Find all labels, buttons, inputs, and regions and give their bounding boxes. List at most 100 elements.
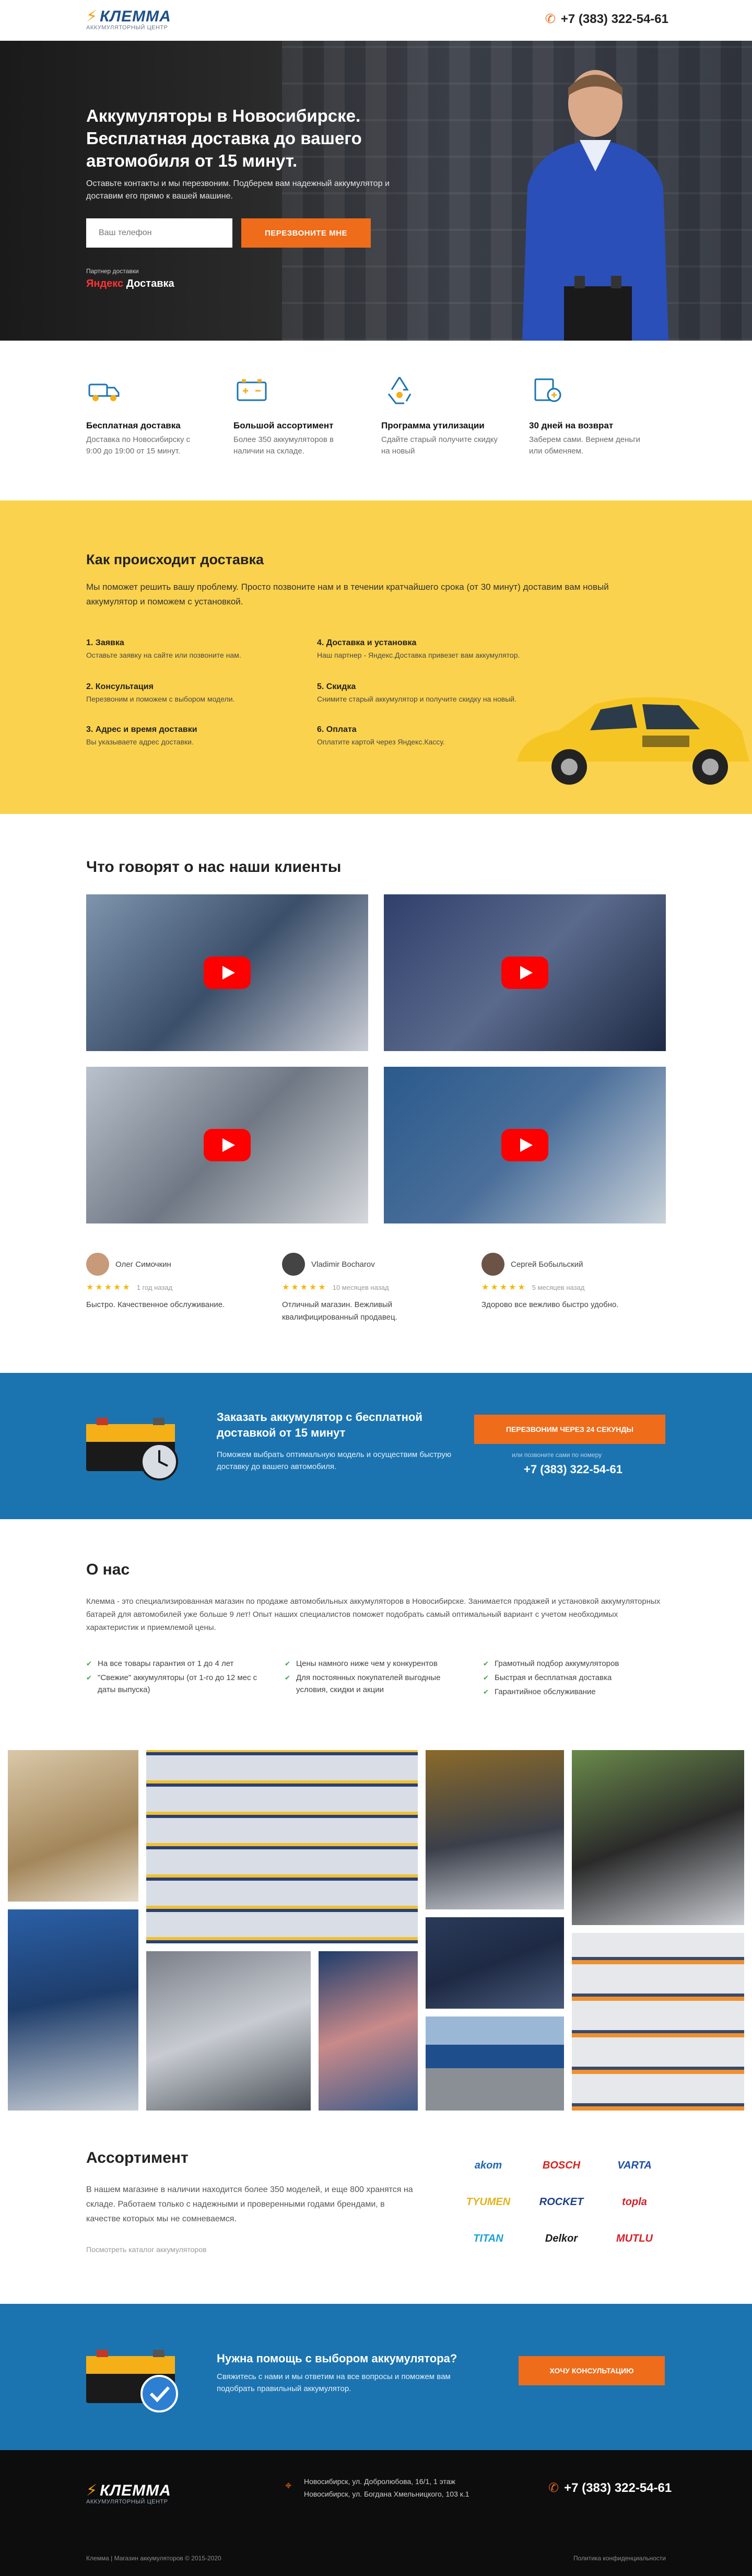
consultation-button[interactable]: Хочу консультацию	[519, 2356, 665, 2385]
assortment-title: Ассортимент	[86, 2149, 189, 2166]
gallery-photo[interactable]	[8, 1750, 138, 1902]
list-item: На все товары гарантия от 1 до 4 лет	[86, 1658, 274, 1670]
gallery-photo[interactable]	[146, 1951, 311, 2111]
play-icon[interactable]	[204, 957, 251, 989]
delivery-step: 3. Адрес и время доставки Вы указываете а…	[86, 725, 197, 746]
list-item: "Свежие" аккумуляторы (от 1-го до 12 мес…	[86, 1672, 274, 1696]
feature-title: 30 дней на возврат	[529, 421, 614, 430]
review-date: 1 год назад	[136, 1283, 173, 1291]
about-text: Клемма - это специализированная магазин …	[86, 1597, 661, 1632]
reviewer-name: Vladimir Bocharov	[311, 1260, 375, 1269]
gallery-photo[interactable]	[426, 1750, 564, 1909]
address-line: Новосибирск, ул. Добролюбова, 16/1, 1 эт…	[304, 2477, 455, 2486]
battery-icon	[237, 379, 267, 401]
cta-title: Заказать аккумулятор с бесплатной достав…	[217, 1411, 422, 1439]
reviews-section: Что говорят о нас наши клиенты Олег Симо…	[0, 814, 752, 1373]
hero-subtitle: Оставьте контакты и мы перезвоним. Подбе…	[86, 179, 390, 201]
gallery-photo[interactable]	[426, 2016, 564, 2111]
assortment-section: Ассортимент В нашем магазине в наличии н…	[0, 2116, 752, 2304]
brand-logo-titan: TITAN	[473, 2232, 503, 2244]
copyright: Клемма | Магазин аккумуляторов © 2015-20…	[86, 2555, 221, 2562]
about-section: О нас Клемма - это специализированная ма…	[0, 1519, 752, 1739]
bolt-icon: ⚡	[86, 8, 98, 25]
partner-label: Партнер доставки	[86, 267, 139, 275]
list-item: Быстрая и бесплатная доставка	[483, 1672, 671, 1684]
star-rating: ★★★★★ 10 месяцев назад	[282, 1283, 389, 1292]
gallery-photo[interactable]	[572, 1750, 744, 1925]
hero-worker-image	[522, 70, 668, 341]
callback-button[interactable]: Перезвоните мне	[241, 218, 371, 248]
cta-phone[interactable]: +7 (383) 322-54-61	[524, 1463, 622, 1476]
avatar	[86, 1253, 109, 1276]
logo-subtitle: АККУМУЛЯТОРНЫЙ ЦЕНТР	[86, 25, 168, 31]
star-rating: ★★★★★ 1 год назад	[86, 1283, 173, 1292]
footer-logo[interactable]: ⚡ КЛЕММА АККУМУЛЯТОРНЫЙ ЦЕНТР	[86, 2481, 171, 2505]
gallery-photo[interactable]	[146, 1750, 418, 1943]
benefits-list: Цены намного ниже чем у конкурентов Для …	[285, 1658, 473, 1698]
brand-logo-delkor: Delkor	[545, 2232, 578, 2244]
delivery-intro: Мы поможет решить вашу проблему. Просто …	[86, 582, 609, 607]
logo-text: КЛЕММА	[100, 2482, 171, 2499]
feature-return: 30 дней на возврат Заберем сами. Вернем …	[529, 372, 649, 457]
header-phone-link[interactable]: ✆ +7 (383) 322-54-61	[545, 11, 668, 27]
footer-phone[interactable]: ✆ +7 (383) 322-54-61	[548, 2480, 672, 2496]
gallery-photo[interactable]	[572, 1933, 744, 2111]
battery-image	[86, 1418, 178, 1481]
feature-free-delivery: Бесплатная доставка Доставка по Новосиби…	[86, 372, 206, 457]
phone-input[interactable]	[86, 218, 232, 248]
features-section: Бесплатная доставка Доставка по Новосиби…	[0, 341, 752, 500]
callback-24s-button[interactable]: Перезвоним через 24 секунды	[474, 1415, 665, 1444]
list-item: Для постоянных покупателей выгодные усло…	[285, 1672, 473, 1696]
about-title: О нас	[86, 1561, 130, 1578]
privacy-policy-link[interactable]: Политика конфиденциальности	[573, 2555, 666, 2562]
gallery-photo[interactable]	[426, 1917, 564, 2009]
or-call-label: или позвоните сами по номеру	[512, 1451, 602, 1459]
phone-icon: ✆	[548, 2481, 559, 2495]
play-icon[interactable]	[501, 1129, 548, 1161]
delivery-truck-icon	[88, 383, 120, 401]
list-item: Гарантийное обслуживание	[483, 1686, 671, 1698]
brand-logo-topla: topla	[622, 2196, 647, 2208]
feature-title: Бесплатная доставка	[86, 421, 181, 430]
delivery-step: 1. Заявка Оставьте заявку на сайте или по…	[86, 638, 241, 659]
brand-logo-varta: VARTA	[617, 2159, 652, 2171]
video-review[interactable]	[384, 1067, 666, 1223]
delivery-step: 2. Консультация Перезвоним и поможем с вы…	[86, 682, 235, 703]
brand-logo-akom: akom	[474, 2159, 502, 2171]
recycle-icon	[387, 377, 412, 404]
cta-title: Нужна помощь с выбором аккумулятора?	[217, 2352, 457, 2365]
feature-text: Сдайте старый получите скидку на новый	[381, 435, 498, 456]
logo-text: КЛЕММА	[100, 8, 171, 25]
return-box-icon	[534, 378, 561, 402]
hero-title: Аккумуляторы в Новосибирске. Бесплатная …	[86, 106, 362, 170]
review-date: 5 месяцев назад	[532, 1283, 585, 1291]
review-text: Отличный магазин. Вежливый квалифицирова…	[282, 1300, 397, 1322]
feature-title: Программа утилизации	[381, 421, 485, 430]
hero-section: Аккумуляторы в Новосибирске. Бесплатная …	[0, 41, 752, 341]
play-icon[interactable]	[501, 957, 548, 989]
phone-icon: ✆	[545, 12, 556, 26]
star-rating: ★★★★★ 5 месяцев назад	[481, 1283, 585, 1292]
avatar	[282, 1253, 305, 1276]
delivery-section: Как происходит доставка Мы поможет решит…	[0, 500, 752, 814]
video-review[interactable]	[86, 894, 368, 1051]
gallery-photo[interactable]	[8, 1909, 138, 2111]
play-icon[interactable]	[204, 1129, 251, 1161]
feature-recycling: Программа утилизации Сдайте старый получ…	[381, 372, 501, 457]
catalog-link[interactable]: Посмотреть каталог аккумуляторов	[86, 2245, 206, 2254]
gallery-photo[interactable]	[319, 1951, 418, 2111]
footer-addresses: ⌖ Новосибирск, ул. Добролюбова, 16/1, 1 …	[285, 2475, 469, 2500]
order-cta-section: Заказать аккумулятор с бесплатной достав…	[0, 1373, 752, 1519]
site-logo[interactable]: ⚡ КЛЕММА АККУМУЛЯТОРНЫЙ ЦЕНТР	[86, 7, 171, 31]
location-pin-icon: ⌖	[285, 2479, 292, 2492]
brand-logo-bosch: BOSCH	[542, 2159, 581, 2171]
header-phone-number: +7 (383) 322-54-61	[560, 11, 668, 26]
feature-title: Большой ассортимент	[233, 421, 334, 430]
consult-cta-section: Нужна помощь с выбором аккумулятора? Свя…	[0, 2304, 752, 2450]
assortment-text: В нашем магазине в наличии находится бол…	[86, 2185, 413, 2223]
brand-logo-rocket: ROCKET	[539, 2196, 584, 2208]
video-review[interactable]	[86, 1067, 368, 1223]
reviewer-name: Олег Симочкин	[115, 1260, 171, 1269]
avatar	[481, 1253, 504, 1276]
video-review[interactable]	[384, 894, 666, 1051]
